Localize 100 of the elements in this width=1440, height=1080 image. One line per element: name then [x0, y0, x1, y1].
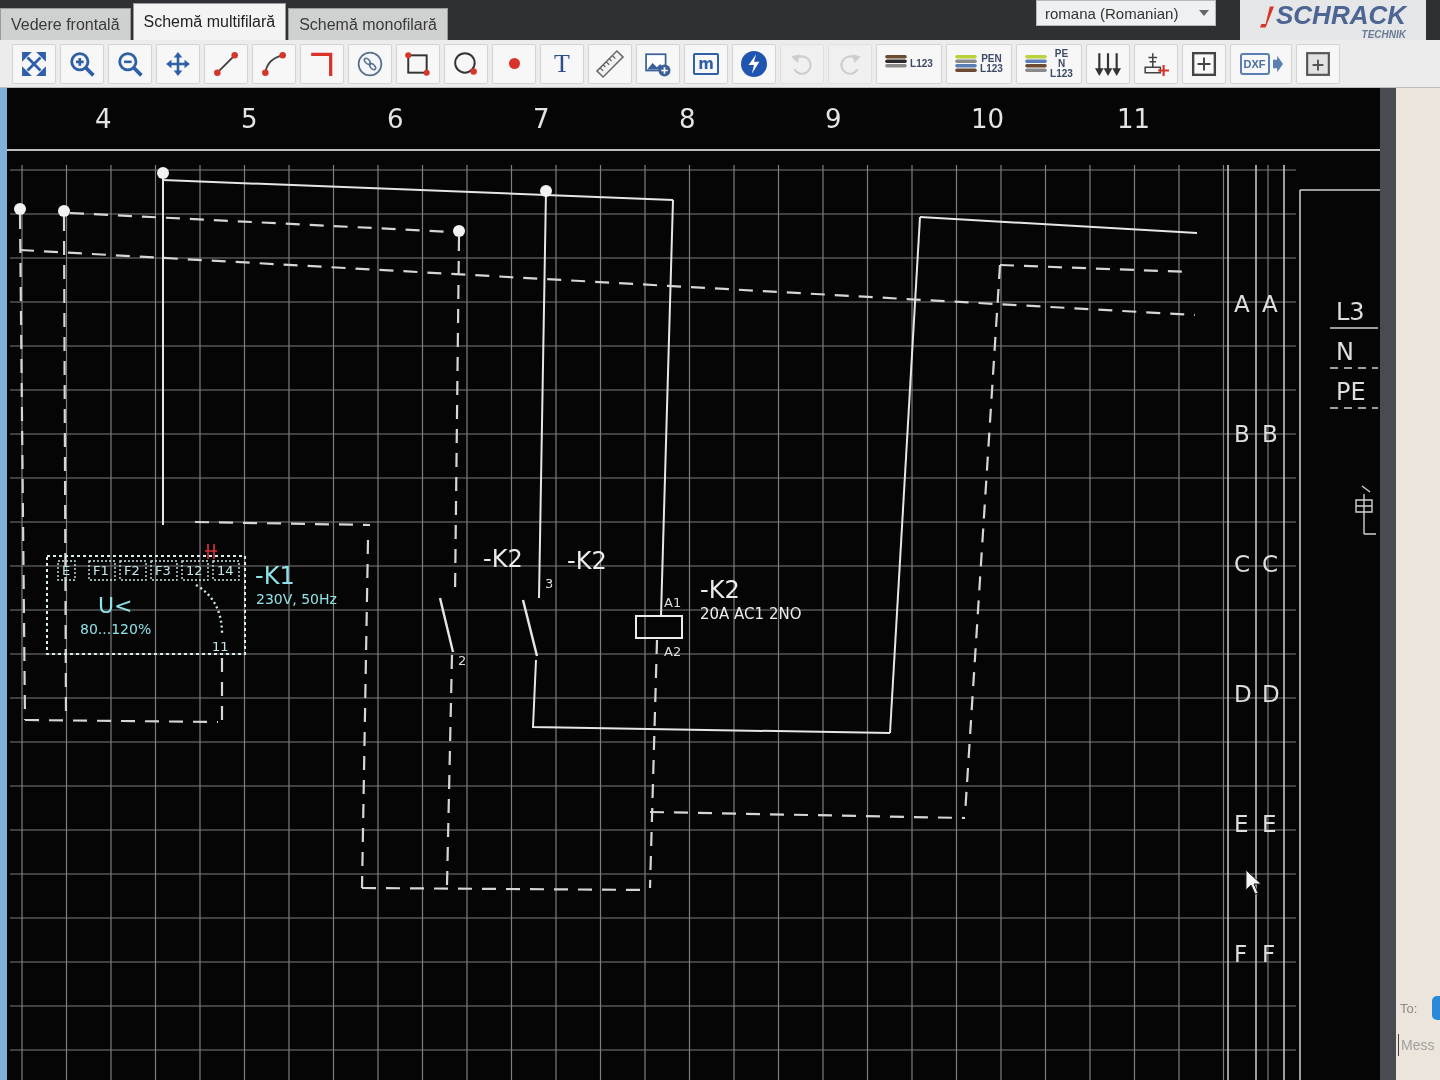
contact-arc — [195, 584, 224, 635]
junction-dot — [157, 167, 169, 179]
expand-arrows-icon — [21, 50, 47, 77]
corner-tool-button[interactable] — [300, 43, 344, 84]
cable-stripes-icon — [1025, 54, 1048, 73]
device-rating: 230V, 50Hz — [256, 591, 337, 607]
device-tag: -K1 — [255, 562, 295, 590]
column-number: 4 — [95, 104, 112, 134]
logo-tagline: TECHNIK — [1361, 29, 1406, 40]
terminal-label: 2 — [458, 653, 467, 668]
curve-icon — [261, 50, 287, 77]
line-tool-button[interactable] — [204, 43, 248, 84]
bus-line — [1329, 327, 1379, 329]
rectangle-icon — [405, 50, 431, 77]
rectangle-tool-button[interactable] — [396, 43, 440, 84]
point-tool-button[interactable] — [492, 43, 536, 84]
text-tool-button[interactable]: T — [540, 43, 584, 84]
move-arrows-icon — [165, 50, 191, 77]
bus-label: N — [1336, 338, 1354, 366]
terminal-label: E — [57, 560, 76, 581]
view-tab[interactable]: Schemă monofilară — [288, 8, 448, 40]
row-letter: B — [1234, 421, 1250, 447]
terminal-label: F2 — [119, 560, 147, 581]
row-letter: F — [1262, 941, 1276, 967]
logo-mark-icon — [1260, 6, 1274, 28]
terminal-label: A1 — [664, 595, 682, 610]
device-tag: -K2 — [700, 576, 740, 604]
zoom-out-button[interactable] — [108, 43, 152, 84]
wire-set-button[interactable]: PE N L123 — [1016, 43, 1082, 84]
terminal-label: F1 — [88, 560, 116, 581]
row-letter: E — [1262, 811, 1277, 837]
square-plus-icon — [1191, 50, 1217, 77]
terminal-symbol-icon — [1355, 485, 1377, 535]
insert-image-button[interactable] — [636, 43, 680, 84]
terminals-button[interactable] — [1086, 43, 1130, 84]
terminal-label: 14 — [212, 560, 240, 581]
wire-set-button[interactable]: PEN L123 — [946, 43, 1012, 84]
bus-line — [1329, 367, 1379, 369]
bus-label: PE — [1336, 378, 1366, 406]
contact-blade — [438, 597, 455, 653]
terminal-label: 3 — [545, 576, 554, 591]
wire-set-button[interactable]: L123 — [876, 43, 942, 84]
to-label: To: — [1400, 1000, 1418, 1016]
view-tab[interactable]: Schemă multifilară — [132, 3, 287, 40]
row-letter: A — [1262, 291, 1278, 317]
recipient-chip[interactable] — [1432, 996, 1440, 1020]
column-number: 6 — [387, 104, 404, 134]
dot-icon — [508, 58, 520, 69]
device-tag: -K2 — [483, 545, 523, 573]
row-letter: B — [1262, 421, 1278, 447]
row-letter: F — [1234, 941, 1248, 967]
view-tab[interactable]: Vedere frontală — [0, 8, 131, 40]
row-letter: D — [1234, 681, 1252, 707]
corner-line-icon — [309, 50, 335, 77]
macro-button[interactable]: m — [684, 43, 728, 84]
column-number: 11 — [1117, 104, 1151, 134]
fit-view-button[interactable] — [12, 43, 56, 84]
junction-dot — [453, 225, 465, 237]
contact-blade — [521, 599, 539, 657]
add-sheet-button[interactable] — [1296, 43, 1340, 84]
message-field[interactable]: Mess — [1398, 1034, 1438, 1056]
terminal-label: 11 — [212, 639, 229, 654]
bus-line — [1329, 407, 1379, 409]
mouse-pointer-icon — [1245, 869, 1262, 895]
column-number: 7 — [533, 104, 550, 134]
link-tool-button[interactable] — [348, 43, 392, 84]
bus-label: L3 — [1336, 298, 1365, 326]
lightning-icon — [741, 50, 767, 77]
junction-dot — [540, 185, 552, 197]
logo-wordmark: SCHRACK — [1276, 2, 1406, 28]
column-number: 8 — [679, 104, 696, 134]
lightning-button[interactable] — [732, 43, 776, 84]
snap-marker-icon — [204, 543, 218, 560]
zoom-in-icon — [69, 50, 95, 77]
dxf-export-button[interactable]: DXF — [1230, 43, 1292, 84]
terminal-label: F3 — [150, 560, 178, 581]
language-dropdown[interactable]: romana (Romanian) — [1036, 0, 1216, 26]
arc-tool-button[interactable] — [252, 43, 296, 84]
down-arrows-icon — [1095, 50, 1121, 77]
cable-stripes-icon — [955, 54, 978, 73]
pan-button[interactable] — [156, 43, 200, 84]
symbol-plus-icon — [1143, 50, 1169, 77]
terminal-label: A2 — [664, 644, 682, 659]
circle-icon — [453, 50, 479, 77]
setting-range: 80...120% — [80, 621, 152, 637]
add-frame-button[interactable] — [1182, 43, 1226, 84]
terminal-label: 12 — [181, 560, 209, 581]
coil-symbol — [635, 615, 683, 639]
measure-button[interactable] — [588, 43, 632, 84]
zoom-out-icon — [117, 50, 143, 77]
circle-tool-button[interactable] — [444, 43, 488, 84]
sheet-plus-icon — [1305, 50, 1331, 77]
row-letter: E — [1234, 811, 1249, 837]
row-letter: C — [1234, 551, 1251, 577]
row-letter: D — [1262, 681, 1280, 707]
chain-link-icon — [357, 50, 383, 77]
add-symbol-button[interactable] — [1134, 43, 1178, 84]
junction-dot — [58, 205, 70, 217]
zoom-in-button[interactable] — [60, 43, 104, 84]
junction-dot — [14, 203, 26, 215]
